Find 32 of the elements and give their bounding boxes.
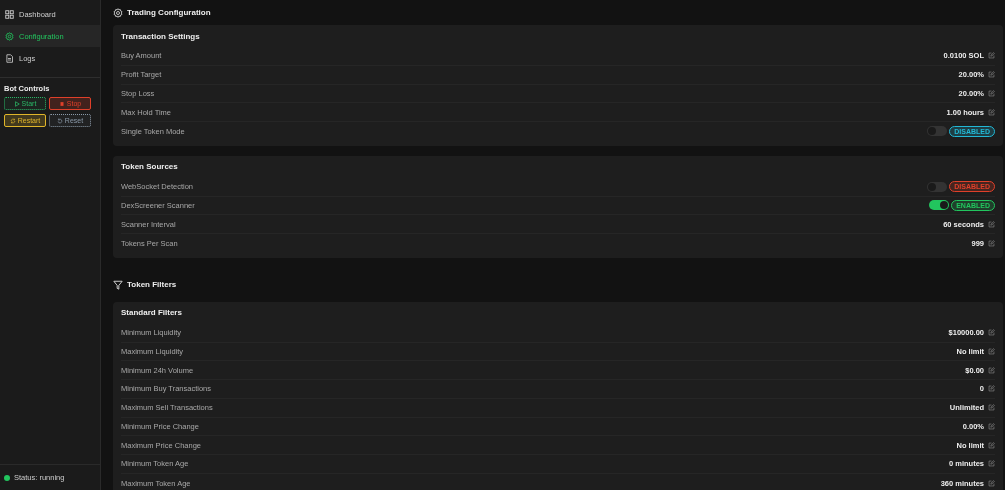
edit-icon[interactable] [988, 347, 995, 355]
play-icon [13, 100, 20, 107]
settings-icon [113, 7, 123, 18]
filter-icon [113, 279, 123, 290]
edit-icon[interactable] [988, 385, 995, 393]
edit-icon[interactable] [988, 460, 995, 468]
card-title: Token Sources [121, 161, 179, 174]
edit-icon[interactable] [988, 108, 995, 116]
settings-icon [5, 31, 14, 41]
edit-icon[interactable] [988, 422, 995, 430]
stop-icon [58, 100, 65, 107]
edit-icon[interactable] [988, 329, 995, 337]
edit-icon[interactable] [988, 366, 995, 374]
toggle-switch[interactable] [927, 181, 948, 192]
card-title: Transaction Settings [121, 30, 201, 43]
refresh-icon [9, 117, 16, 124]
grid-icon [5, 9, 14, 19]
section-title: Trading Configuration [127, 8, 211, 17]
toggle-switch[interactable] [929, 200, 950, 211]
edit-icon[interactable] [988, 479, 995, 487]
edit-icon[interactable] [988, 89, 995, 97]
edit-icon[interactable] [988, 71, 995, 79]
edit-icon[interactable] [988, 239, 995, 247]
section-title: Token Filters [127, 280, 177, 290]
edit-icon[interactable] [988, 220, 995, 228]
edit-icon[interactable] [988, 52, 995, 60]
card-title: Standard Filters [121, 307, 183, 320]
toggle-switch[interactable] [927, 126, 948, 137]
reset-icon [56, 117, 63, 124]
document-icon [5, 53, 14, 63]
edit-icon[interactable] [988, 441, 995, 449]
edit-icon[interactable] [988, 404, 995, 412]
